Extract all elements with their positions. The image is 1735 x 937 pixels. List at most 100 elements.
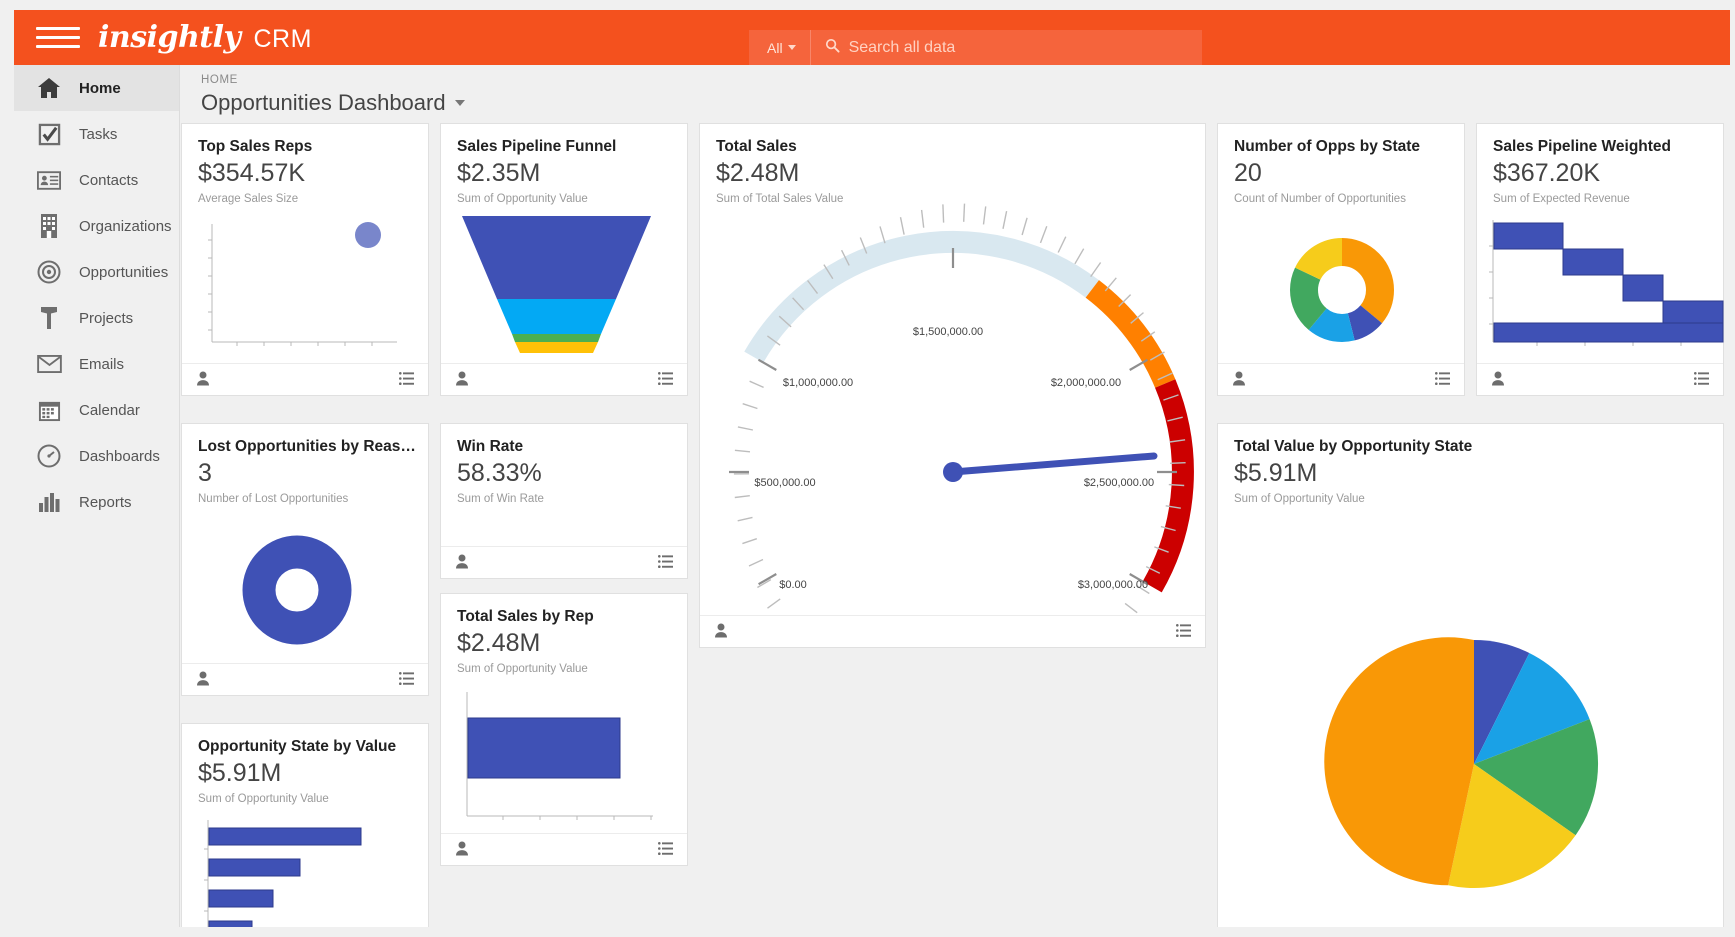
card-value: $5.91M [198, 759, 428, 788]
user-icon[interactable] [455, 371, 469, 388]
card-title: Total Value by Opportunity State [1234, 438, 1723, 456]
card-subtitle: Sum of Win Rate [457, 493, 687, 505]
chart-steps-pipeline-weighted[interactable] [1477, 216, 1723, 363]
hbar-state-4 [209, 921, 252, 927]
card-title: Opportunity State by Value [198, 738, 428, 756]
chart-donut-lost-opportunities[interactable] [182, 518, 428, 663]
gauge-band-normal [754, 242, 1093, 357]
sidebar: Home Tasks Contacts Organizations Opport… [14, 65, 180, 927]
gauge-icon [36, 443, 62, 469]
search-scope-selector[interactable]: All [749, 30, 811, 65]
user-icon[interactable] [714, 623, 728, 640]
search-scope-label: All [767, 40, 783, 56]
card-header: Total Value by Opportunity State $5.91M … [1218, 424, 1723, 505]
card-subtitle: Number of Lost Opportunities [198, 493, 428, 505]
card-value: $2.48M [457, 629, 687, 658]
card-lost-opportunities: Lost Opportunities by Reas… 3 Number of … [181, 423, 429, 696]
card-footer [182, 663, 428, 695]
chart-funnel[interactable] [441, 216, 687, 366]
user-icon[interactable] [196, 671, 210, 688]
card-header: Sales Pipeline Funnel $2.35M Sum of Oppo… [441, 124, 687, 205]
scatter-point [355, 222, 381, 248]
gauge-tick-label: $1,500,000.00 [913, 326, 983, 338]
chart-donut-opps-by-state[interactable] [1218, 218, 1464, 363]
list-icon[interactable] [658, 372, 673, 387]
sidebar-item-projects[interactable]: Projects [14, 295, 179, 341]
card-subtitle: Sum of Expected Revenue [1493, 193, 1723, 205]
sidebar-item-calendar[interactable]: Calendar [14, 387, 179, 433]
card-footer [1477, 363, 1723, 395]
card-top-sales-reps: Top Sales Reps $354.57K Average Sales Si… [181, 123, 429, 396]
sidebar-item-label: Emails [79, 356, 124, 373]
card-value: $354.57K [198, 159, 428, 188]
card-footer [1218, 363, 1464, 395]
card-title: Top Sales Reps [198, 138, 428, 156]
breadcrumb[interactable]: HOME [201, 74, 1730, 86]
card-title: Total Sales by Rep [457, 608, 687, 626]
sidebar-item-label: Dashboards [79, 448, 160, 465]
list-icon[interactable] [1435, 372, 1450, 387]
user-icon[interactable] [455, 841, 469, 858]
list-icon[interactable] [1176, 624, 1191, 639]
card-title: Total Sales [716, 138, 1205, 156]
list-icon[interactable] [658, 555, 673, 570]
chart-bar-total-sales-by-rep[interactable] [441, 688, 687, 833]
sidebar-item-opportunities[interactable]: Opportunities [14, 249, 179, 295]
chart-gauge-total-sales[interactable]: $0.00 $500,000.00 $1,000,000.00 $1,500,0… [700, 212, 1205, 617]
contact-card-icon [36, 167, 62, 193]
list-icon[interactable] [658, 842, 673, 857]
list-icon[interactable] [399, 672, 414, 687]
card-value: 58.33% [457, 459, 687, 488]
sidebar-item-label: Tasks [79, 126, 117, 143]
sidebar-item-home[interactable]: Home [14, 65, 179, 111]
hamburger-icon[interactable] [36, 23, 80, 53]
user-icon[interactable] [1491, 371, 1505, 388]
step-bar-4 [1663, 301, 1723, 323]
card-value: 20 [1234, 159, 1464, 188]
sidebar-item-label: Opportunities [79, 264, 168, 281]
pie-slice-orange [1324, 637, 1474, 885]
search-icon [825, 38, 840, 57]
user-icon[interactable] [455, 554, 469, 571]
page-title-label: Opportunities Dashboard [201, 90, 446, 116]
gauge-tick-label: $500,000.00 [754, 477, 815, 489]
card-title: Win Rate [457, 438, 687, 456]
search-input[interactable] [849, 30, 1202, 65]
sidebar-item-tasks[interactable]: Tasks [14, 111, 179, 157]
chart-hbar-opportunity-state[interactable] [182, 818, 428, 927]
card-header: Sales Pipeline Weighted $367.20K Sum of … [1477, 124, 1723, 205]
sidebar-item-dashboards[interactable]: Dashboards [14, 433, 179, 479]
sidebar-item-label: Calendar [79, 402, 140, 419]
user-icon[interactable] [1232, 371, 1246, 388]
chart-scatter-top-sales-reps[interactable] [182, 218, 428, 363]
page-title[interactable]: Opportunities Dashboard [201, 90, 1730, 116]
card-title: Number of Opps by State [1234, 138, 1464, 156]
sidebar-item-organizations[interactable]: Organizations [14, 203, 179, 249]
gauge-tick-label: $0.00 [779, 579, 807, 591]
brand-app-label: CRM [253, 25, 311, 54]
card-subtitle: Count of Number of Opportunities [1234, 193, 1464, 205]
chart-pie-total-value-by-state[interactable] [1218, 524, 1723, 927]
card-subtitle: Sum of Total Sales Value [716, 193, 1205, 205]
list-icon[interactable] [399, 372, 414, 387]
card-footer [441, 833, 687, 865]
sidebar-item-contacts[interactable]: Contacts [14, 157, 179, 203]
gauge-tick-label: $1,000,000.00 [783, 377, 853, 389]
list-icon[interactable] [1694, 372, 1709, 387]
sidebar-item-emails[interactable]: Emails [14, 341, 179, 387]
sidebar-item-reports[interactable]: Reports [14, 479, 179, 525]
user-icon[interactable] [196, 371, 210, 388]
step-bar-2 [1563, 249, 1623, 275]
brand[interactable]: insightly CRM [98, 20, 312, 55]
checkbox-icon [36, 121, 62, 147]
card-header: Win Rate 58.33% Sum of Win Rate [441, 424, 687, 505]
card-sales-pipeline-funnel: Sales Pipeline Funnel $2.35M Sum of Oppo… [440, 123, 688, 396]
step-bar-3 [1623, 275, 1663, 301]
card-total-sales-by-rep: Total Sales by Rep $2.48M Sum of Opportu… [440, 593, 688, 866]
card-title: Lost Opportunities by Reas… [198, 438, 428, 456]
funnel-segment-4 [515, 342, 598, 353]
hbar-state-2 [209, 859, 300, 876]
bar-chart-icon [36, 489, 62, 515]
app-root: insightly CRM All Home Tasks [0, 0, 1735, 937]
card-header: Top Sales Reps $354.57K Average Sales Si… [182, 124, 428, 205]
